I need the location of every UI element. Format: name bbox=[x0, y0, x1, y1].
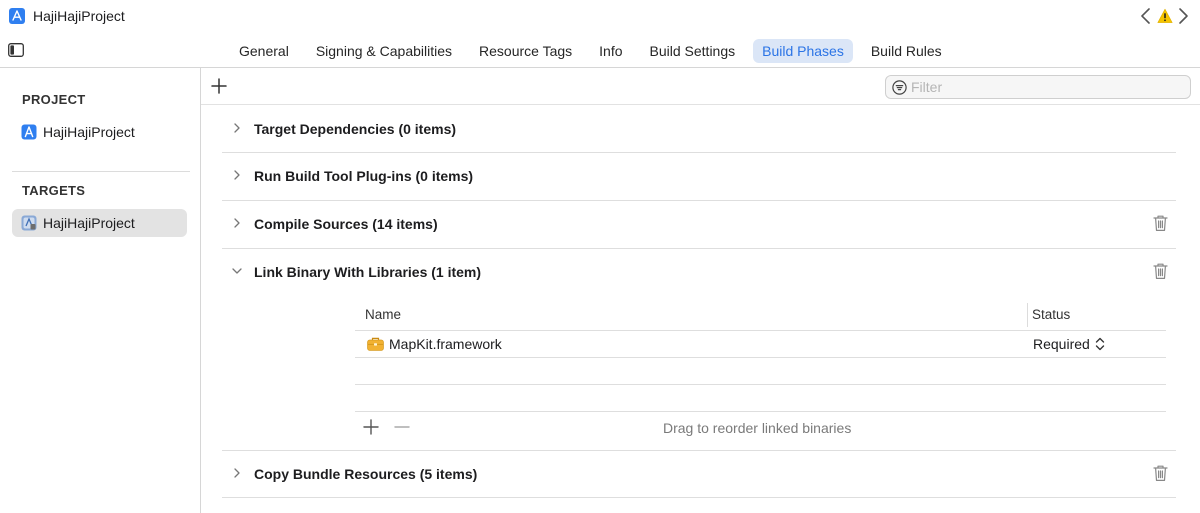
column-header-name[interactable]: Name bbox=[365, 307, 401, 322]
phase-title: Copy Bundle Resources (5 items) bbox=[254, 466, 478, 482]
disclosure-chevron-icon[interactable] bbox=[230, 466, 244, 480]
add-library-button[interactable] bbox=[362, 418, 380, 436]
filter-icon bbox=[892, 79, 907, 95]
libraries-table-header: Name Status bbox=[355, 301, 1166, 331]
trash-icon[interactable] bbox=[1152, 262, 1169, 280]
targets-heading: TARGETS bbox=[22, 183, 86, 198]
disclosure-chevron-icon[interactable] bbox=[230, 168, 244, 182]
project-icon bbox=[21, 124, 37, 140]
window-title: HajiHajiProject bbox=[33, 8, 125, 24]
phase-link-binary-with-libraries[interactable]: Link Binary With Libraries (1 item) bbox=[222, 248, 1176, 296]
framework-icon bbox=[367, 337, 384, 351]
sidebar-item-target[interactable]: HajiHajiProject bbox=[12, 209, 187, 237]
phase-title: Run Build Tool Plug-ins (0 items) bbox=[254, 168, 474, 184]
warning-icon[interactable] bbox=[1157, 8, 1173, 24]
sidebar-section-divider bbox=[12, 171, 190, 172]
project-heading: PROJECT bbox=[22, 92, 86, 107]
tab-build-settings[interactable]: Build Settings bbox=[641, 39, 745, 63]
phase-copy-bundle-resources[interactable]: Copy Bundle Resources (5 items) bbox=[222, 450, 1176, 498]
tab-resource-tags[interactable]: Resource Tags bbox=[470, 39, 581, 63]
project-navigator: PROJECT HajiHajiProject TARGETS HajiHaji… bbox=[0, 68, 200, 513]
tab-build-phases[interactable]: Build Phases bbox=[753, 39, 853, 63]
add-build-phase-button[interactable] bbox=[210, 77, 228, 95]
sidebar-item-label: HajiHajiProject bbox=[43, 124, 135, 140]
filter-field[interactable] bbox=[885, 75, 1191, 99]
tab-info[interactable]: Info bbox=[590, 39, 631, 63]
chevron-left-icon[interactable] bbox=[1138, 6, 1154, 26]
library-name: MapKit.framework bbox=[389, 336, 502, 352]
phase-title: Target Dependencies (0 items) bbox=[254, 121, 457, 137]
tab-general[interactable]: General bbox=[230, 39, 298, 63]
target-app-icon bbox=[21, 215, 37, 231]
phase-title: Link Binary With Libraries (1 item) bbox=[254, 264, 482, 280]
table-divider bbox=[355, 384, 1166, 385]
trash-icon[interactable] bbox=[1152, 214, 1169, 232]
disclosure-chevron-icon[interactable] bbox=[230, 121, 244, 135]
phase-compile-sources[interactable]: Compile Sources (14 items) bbox=[222, 200, 1176, 248]
filter-input[interactable] bbox=[911, 79, 1181, 95]
drag-hint: Drag to reorder linked binaries bbox=[663, 420, 852, 436]
disclosure-chevron-icon[interactable] bbox=[230, 216, 244, 230]
title-bar: HajiHajiProject bbox=[0, 0, 1200, 33]
table-divider bbox=[355, 357, 1166, 358]
trash-icon[interactable] bbox=[1152, 464, 1169, 482]
tab-signing-capabilities[interactable]: Signing & Capabilities bbox=[307, 39, 461, 63]
disclosure-chevron-icon[interactable] bbox=[230, 264, 244, 278]
chevron-right-icon[interactable] bbox=[1175, 6, 1191, 26]
sidebar-item-label: HajiHajiProject bbox=[43, 215, 135, 231]
tab-build-rules[interactable]: Build Rules bbox=[862, 39, 951, 63]
sidebar-toggle-icon[interactable] bbox=[8, 43, 24, 57]
table-divider bbox=[355, 411, 1166, 412]
phase-run-build-tool-plugins[interactable]: Run Build Tool Plug-ins (0 items) bbox=[222, 152, 1176, 200]
column-header-status[interactable]: Status bbox=[1032, 307, 1070, 322]
column-separator[interactable] bbox=[1027, 303, 1028, 327]
phase-title: Compile Sources (14 items) bbox=[254, 216, 438, 232]
sidebar-item-project[interactable]: HajiHajiProject bbox=[12, 118, 187, 146]
sidebar-divider bbox=[200, 68, 201, 513]
remove-library-button[interactable] bbox=[393, 418, 411, 436]
app-icon bbox=[9, 8, 25, 24]
library-status[interactable]: Required bbox=[1033, 336, 1090, 352]
phase-target-dependencies[interactable]: Target Dependencies (0 items) bbox=[222, 105, 1176, 153]
stepper-icon[interactable] bbox=[1095, 336, 1105, 352]
table-row[interactable]: MapKit.framework Required bbox=[355, 331, 1166, 357]
phase-divider bbox=[222, 497, 1176, 498]
editor-tabs: General Signing & Capabilities Resource … bbox=[230, 38, 960, 64]
